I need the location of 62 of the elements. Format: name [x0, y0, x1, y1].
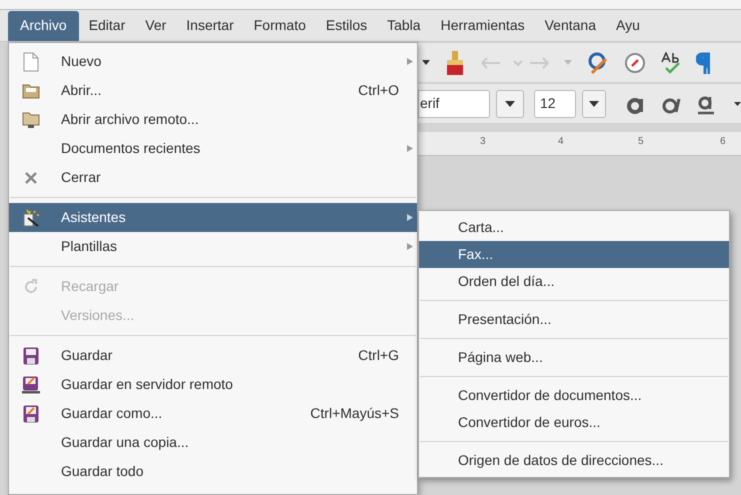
- shortcut-label: Ctrl+Mayús+S: [310, 404, 399, 423]
- submenu-item[interactable]: Carta...: [419, 214, 729, 241]
- magnifier-pencil-icon[interactable]: [586, 50, 610, 74]
- menu-item[interactable]: Guardar Ctrl+G: [9, 341, 417, 370]
- document-icon: [23, 52, 39, 72]
- menu-bar-item[interactable]: Editar: [78, 10, 136, 40]
- font-name-field[interactable]: erif: [418, 90, 490, 118]
- menu-item[interactable]: Asistentes: [9, 203, 417, 232]
- menu-bar-item[interactable]: Tabla: [377, 10, 431, 40]
- font-name-dropdown-button[interactable]: [496, 90, 524, 118]
- submenu-item[interactable]: Convertidor de euros...: [419, 409, 729, 436]
- spellcheck-icon[interactable]: [660, 52, 682, 74]
- menu-bar-item[interactable]: Ayu: [606, 10, 650, 40]
- submenu-item[interactable]: Origen de datos de direcciones...: [419, 447, 729, 474]
- dropdown-arrow-icon[interactable]: [734, 102, 741, 106]
- menu-item[interactable]: Guardar en servidor remoto: [9, 370, 417, 399]
- folder-icon: [22, 110, 40, 128]
- submenu-arrow-icon: [407, 145, 413, 152]
- menu-item[interactable]: Plantillas: [9, 232, 417, 261]
- menu-bar-item[interactable]: Herramientas: [430, 10, 535, 40]
- ruler-number: 5: [638, 135, 644, 149]
- floppy-disk-pencil-icon: [23, 404, 39, 422]
- reload-icon: [23, 278, 39, 294]
- submenu-item[interactable]: Convertidor de documentos...: [419, 382, 729, 409]
- compass-icon[interactable]: [624, 52, 646, 74]
- floppy-disk-pencil-icon: [22, 376, 40, 394]
- menu-item[interactable]: Cerrar: [9, 163, 417, 192]
- ruler-number: 4: [558, 135, 564, 149]
- menu-item[interactable]: Nuevo: [9, 47, 417, 76]
- menu-item[interactable]: Documentos recientes: [9, 134, 417, 163]
- ruler-number: 3: [480, 135, 486, 149]
- menu-bar-item[interactable]: Estilos: [316, 10, 378, 40]
- ruler-number: 6: [720, 135, 726, 149]
- menu-bar-item[interactable]: Insertar: [176, 10, 244, 40]
- menu-item[interactable]: Abrir... Ctrl+O: [9, 76, 417, 105]
- submenu-item[interactable]: Fax...: [419, 241, 729, 268]
- dropdown-arrow-icon: [589, 100, 599, 106]
- magic-wand-icon: [22, 208, 40, 226]
- shortcut-label: Ctrl+O: [358, 81, 399, 100]
- folder-icon: [22, 82, 40, 98]
- pilcrow-icon[interactable]: [696, 52, 710, 74]
- menu-item[interactable]: Abrir archivo remoto...: [9, 105, 417, 134]
- menu-item[interactable]: Guardar todo: [9, 457, 417, 486]
- dropdown-arrow-icon[interactable]: [422, 60, 430, 65]
- submenu-item[interactable]: Presentación...: [419, 306, 729, 333]
- submenu-arrow-icon: [407, 58, 413, 65]
- menu-item[interactable]: Guardar como... Ctrl+Mayús+S: [9, 399, 417, 428]
- menu-item[interactable]: Guardar una copia...: [9, 428, 417, 457]
- dropdown-arrow-icon: [505, 100, 515, 106]
- menu-bar-item[interactable]: Ver: [135, 10, 176, 40]
- submenu-item[interactable]: Orden del día...: [419, 268, 729, 295]
- close-icon: [25, 172, 37, 184]
- submenu-item[interactable]: Página web...: [419, 344, 729, 371]
- paintbrush-icon[interactable]: [444, 50, 466, 74]
- menu-bar-item[interactable]: Ventana: [534, 10, 606, 40]
- font-size-dropdown-button[interactable]: [582, 90, 606, 118]
- submenu-arrow-icon: [407, 243, 413, 250]
- font-size-field[interactable]: 12: [534, 90, 576, 118]
- shortcut-label: Ctrl+G: [358, 346, 399, 365]
- menu-bar-item[interactable]: Formato: [244, 10, 316, 40]
- menu-bar-item[interactable]: Archivo: [8, 10, 79, 40]
- submenu-arrow-icon: [407, 214, 413, 221]
